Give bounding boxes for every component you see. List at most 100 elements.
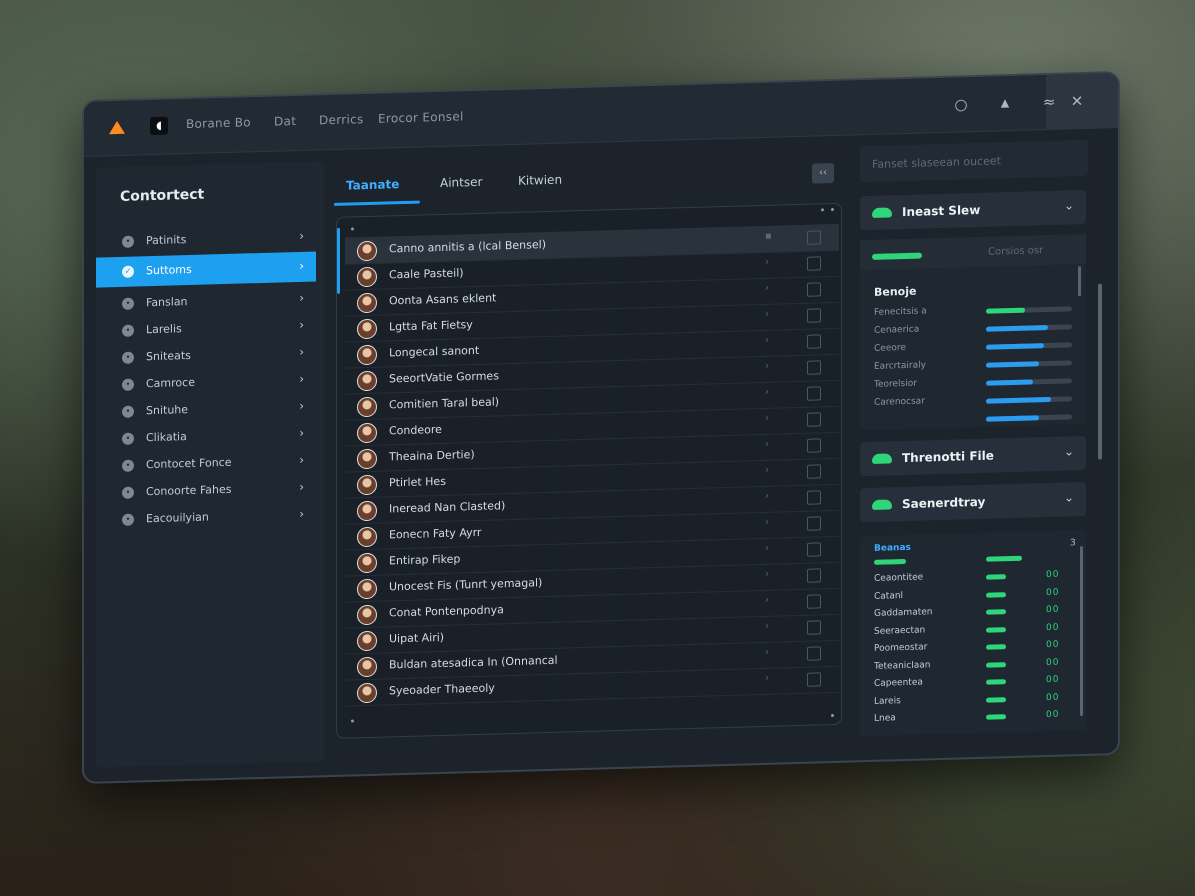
checkbox[interactable] [807, 490, 821, 505]
chevron-down-icon: ⌄ [1063, 198, 1074, 213]
arrow-icon: › [765, 646, 769, 658]
accordion-title: Threnotti File [902, 448, 994, 466]
checkbox[interactable] [807, 672, 821, 687]
checkbox[interactable] [807, 386, 821, 401]
status-label: Ceaontitee [874, 572, 924, 584]
tab-3[interactable]: Kitwien [518, 173, 562, 188]
status-dots: 00 [1046, 657, 1060, 668]
close-icon[interactable]: ✕ [1066, 90, 1088, 113]
status-indicator [986, 661, 1006, 668]
list-item-name: Caale Pasteil) [389, 266, 464, 282]
accordion-3[interactable]: Saenerdtray ⌄ [860, 481, 1086, 523]
corner-marker [351, 227, 354, 231]
stat-label: Cenaerica [874, 324, 920, 336]
checkbox[interactable] [807, 438, 821, 453]
sidebar-item-active[interactable]: ✓ Suttoms › [96, 251, 316, 288]
arrow-icon: › [765, 412, 769, 424]
sidebar-item-label: Conoorte Fahes [146, 482, 232, 499]
stats-title: Benoje [874, 284, 917, 299]
checkbox[interactable] [807, 308, 821, 323]
menu-item-4[interactable]: Erocor Eonsel [378, 109, 464, 125]
avatar [357, 266, 377, 288]
checkbox[interactable] [807, 256, 821, 271]
accordion-title: Saenerdtray [902, 494, 986, 512]
corner-marker [831, 207, 834, 212]
tab-2[interactable]: Aintser [440, 175, 482, 190]
status-dots: 00 [1046, 569, 1060, 581]
item-icon: • [122, 378, 134, 391]
stat-fill [986, 361, 1040, 368]
list-item-name: Eonecn Faty Ayrr [389, 525, 482, 542]
accordion-2[interactable]: Threnotti File ⌄ [860, 435, 1086, 477]
status-row: Lareis 00 [874, 691, 1074, 711]
collapse-icon[interactable]: ‹‹ [812, 162, 834, 184]
minimize-icon[interactable]: ≈ [1038, 91, 1060, 114]
checkbox[interactable] [807, 620, 821, 635]
sidebar-item[interactable]: • Eacouilyian › [96, 499, 316, 535]
scrollbar[interactable] [1080, 546, 1083, 717]
checkbox[interactable] [807, 646, 821, 661]
sidebar-item-label: Patinits [146, 233, 187, 248]
accordion-1[interactable]: Ineast Slew ⌄ [860, 189, 1086, 231]
search-icon[interactable]: ○ [950, 93, 972, 116]
corner-marker [351, 719, 354, 723]
menu-item-1[interactable]: Borane Bo [186, 115, 251, 131]
checkbox[interactable] [807, 230, 821, 245]
stat-row: Earcrtairaly [874, 356, 1074, 376]
list-scroll-indicator[interactable] [337, 227, 340, 294]
avatar [357, 656, 377, 678]
status-dots: 00 [1046, 587, 1060, 598]
avatar [357, 578, 377, 600]
checkbox[interactable] [807, 542, 821, 557]
arrow-icon: › [765, 490, 769, 502]
list-item-name: Buldan atesadica In (Onnancal [389, 653, 558, 672]
menu-item-2[interactable]: Dat [274, 114, 296, 129]
chevron-right-icon: › [299, 317, 304, 332]
status-label: Poomeostar [874, 642, 928, 654]
status-row: Ceaontitee 00 [874, 568, 1074, 588]
stats-panel: Corsios osr Benoje Fenecitsis a Cenaerica… [860, 233, 1086, 431]
status-label: Seeraectan [874, 624, 926, 637]
checkbox[interactable] [807, 334, 821, 349]
stat-fill [986, 307, 1025, 314]
search-input[interactable]: Fanset slaseean ouceet [860, 139, 1088, 183]
tab-1[interactable]: Taanate [346, 177, 399, 192]
chevron-right-icon: › [299, 506, 304, 521]
stat-track [986, 324, 1072, 332]
item-icon: • [122, 486, 134, 499]
status-row: Catanl 00 [874, 586, 1074, 606]
status-dots: 00 [1046, 604, 1060, 616]
chevron-right-icon: › [299, 228, 304, 243]
checkbox[interactable] [807, 282, 821, 297]
chevron-right-icon: › [299, 258, 304, 273]
chevron-right-icon: › [299, 479, 304, 494]
status-indicator [986, 591, 1006, 598]
checkbox[interactable] [807, 594, 821, 609]
checkbox[interactable] [807, 516, 821, 531]
checkbox[interactable] [807, 412, 821, 427]
list-item-name: Condeore [389, 422, 442, 438]
checkbox[interactable] [807, 360, 821, 375]
status-label: Lareis [874, 695, 901, 707]
tab-bar: Taanate Aintser Kitwien ‹‹ [334, 151, 844, 206]
chevron-down-icon: ⌄ [1063, 490, 1074, 505]
list-item-name: Comitien Taral beal) [389, 395, 500, 412]
checkbox[interactable] [807, 464, 821, 479]
list-item-name: Syeoader Thaeeoly [389, 681, 495, 698]
scrollbar[interactable] [1078, 266, 1081, 297]
right-scrollbar[interactable] [1098, 283, 1102, 460]
avatar [357, 604, 377, 626]
status-label: Catanl [874, 590, 904, 602]
status-row: Lnea 00 [874, 708, 1074, 728]
avatar [357, 552, 377, 574]
sidebar-item-label: Suttoms [146, 262, 192, 278]
menu-item-3[interactable]: Derrics [319, 112, 364, 127]
arrow-icon: › [765, 516, 769, 528]
app-window: ◖ Borane Bo Dat Derrics Erocor Eonsel ○ … [82, 71, 1120, 784]
notification-icon[interactable]: ▲ [994, 92, 1016, 115]
active-tab-indicator [334, 200, 420, 206]
sidebar-item-label: Eacouilyian [146, 510, 209, 526]
checkbox[interactable] [807, 568, 821, 583]
stat-label: Carenocsar [874, 396, 925, 408]
list-item-name: Oonta Asans eklent [389, 291, 497, 308]
